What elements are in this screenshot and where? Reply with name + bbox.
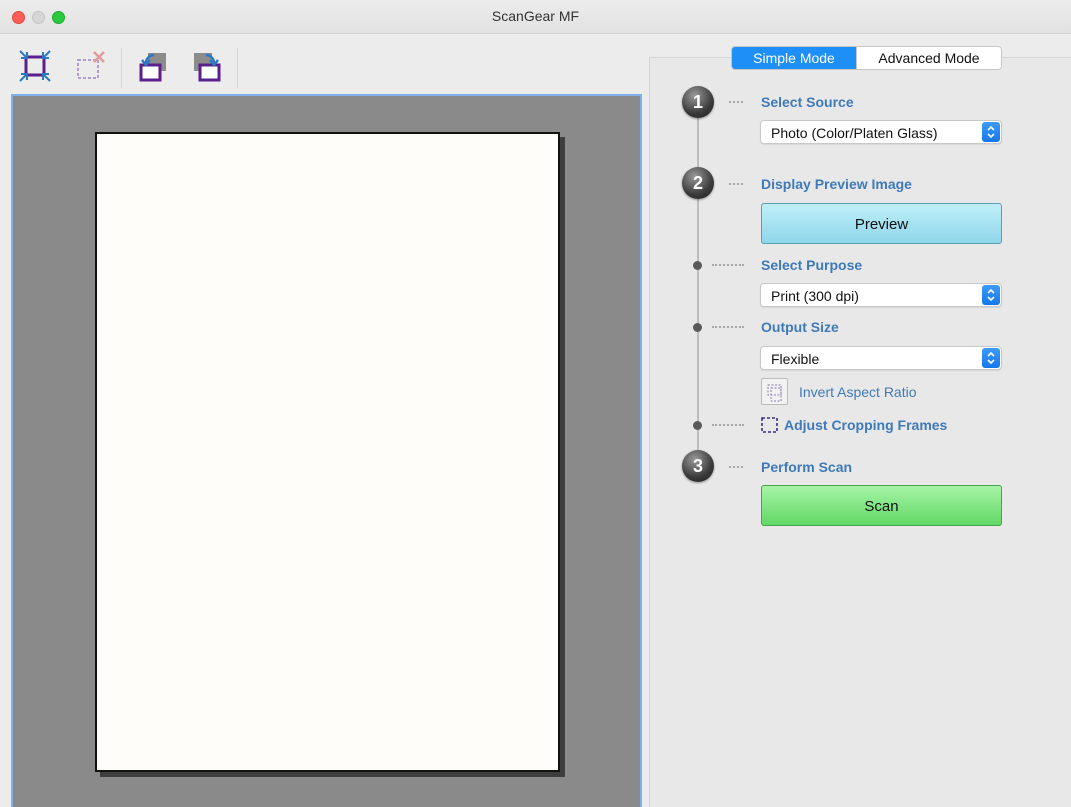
- select-source-label: Select Source: [761, 94, 854, 110]
- auto-crop-button[interactable]: [16, 47, 54, 85]
- title-bar: ScanGear MF: [0, 0, 1071, 34]
- adjust-cropping-frames-link[interactable]: Adjust Cropping Frames: [784, 417, 947, 433]
- rotate-left-icon: [139, 53, 166, 82]
- step-2-badge: 2: [682, 167, 714, 199]
- chevron-updown-icon: [982, 348, 1000, 368]
- toolbar-separator: [237, 48, 238, 88]
- substep-dot: [693, 421, 702, 430]
- tab-simple-mode[interactable]: Simple Mode: [732, 47, 856, 69]
- chevron-updown-icon: [982, 285, 1000, 305]
- output-size-select-value: Flexible: [771, 351, 820, 367]
- step-3-badge: 3: [682, 450, 714, 482]
- preview-button[interactable]: Preview: [761, 203, 1002, 244]
- mode-switcher: Simple Mode Advanced Mode: [731, 46, 1002, 70]
- substep-dot: [693, 261, 702, 270]
- crop-frame-icon: [761, 417, 778, 433]
- remove-crop-icon: [77, 51, 105, 79]
- step-1-badge: 1: [682, 86, 714, 118]
- substep-dash: [712, 424, 744, 426]
- step-dash: [729, 101, 743, 103]
- output-size-label: Output Size: [761, 319, 839, 335]
- step-connector-line: [697, 102, 699, 466]
- auto-crop-icon: [19, 50, 51, 82]
- invert-aspect-ratio-button[interactable]: [761, 378, 788, 405]
- output-size-select[interactable]: Flexible: [760, 346, 1002, 370]
- invert-aspect-icon: [767, 384, 782, 402]
- perform-scan-label: Perform Scan: [761, 459, 853, 475]
- step-dash: [729, 466, 743, 468]
- window-title: ScanGear MF: [491, 8, 580, 24]
- invert-aspect-ratio-label[interactable]: Invert Aspect Ratio: [799, 384, 917, 400]
- remove-crop-button[interactable]: [72, 47, 110, 85]
- preview-image[interactable]: [95, 132, 560, 772]
- scan-button[interactable]: Scan: [761, 485, 1002, 526]
- toolbar-separator: [121, 48, 122, 88]
- source-select-value: Photo (Color/Platen Glass): [771, 125, 938, 141]
- preview-area[interactable]: [11, 94, 642, 807]
- chevron-updown-icon: [982, 122, 1000, 142]
- purpose-select[interactable]: Print (300 dpi): [760, 283, 1002, 307]
- substep-dot: [693, 323, 702, 332]
- tab-advanced-mode[interactable]: Advanced Mode: [856, 47, 1001, 69]
- substep-dash: [712, 326, 744, 328]
- step-dash: [729, 183, 743, 185]
- display-preview-label: Display Preview Image: [761, 176, 912, 192]
- purpose-select-value: Print (300 dpi): [771, 288, 859, 304]
- substep-dash: [712, 264, 744, 266]
- toolbar: [0, 34, 650, 94]
- rotate-left-button[interactable]: [134, 47, 172, 85]
- source-select[interactable]: Photo (Color/Platen Glass): [760, 120, 1002, 144]
- rotate-right-button[interactable]: [188, 47, 226, 85]
- rotate-right-icon: [194, 53, 221, 82]
- select-purpose-label: Select Purpose: [761, 257, 863, 273]
